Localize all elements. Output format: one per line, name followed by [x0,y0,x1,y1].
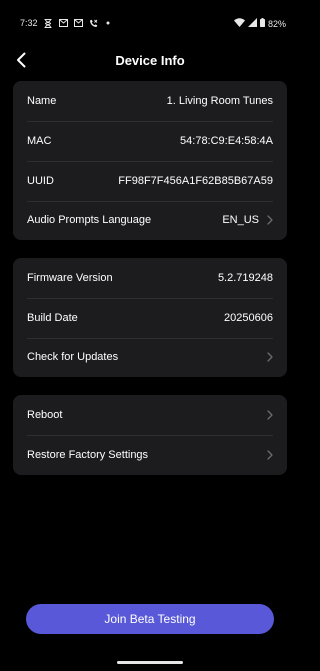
status-bar-left: 7:32 [20,18,113,28]
reboot-label: Reboot [27,409,63,421]
firmware-version-value: 5.2.719248 [217,272,273,284]
name-label: Name [27,95,57,107]
mail-icon [73,19,83,28]
firmware-card: Firmware Version 5.2.719248 Build Date 2… [13,258,287,377]
firmware-version-row: Firmware Version 5.2.719248 [13,258,287,298]
status-bar: 7:32 82% [0,0,300,46]
chevron-right-icon [267,352,273,362]
chevron-right-icon [267,215,273,225]
mac-label: MAC [27,135,52,147]
build-date-row: Build Date 20250606 [13,298,287,338]
battery-icon [259,18,265,29]
header: Device Info [0,46,300,76]
audio-prompts-language-right: EN_US [222,214,273,226]
audio-prompts-language-value: EN_US [222,214,259,226]
check-for-updates-label: Check for Updates [27,351,119,363]
signal-icon [247,18,257,29]
uuid-row: UUID FF98F7F456A1F62B85B67A59 [13,161,287,201]
system-card: Reboot Restore Factory Settings [13,395,287,475]
name-row: Name 1. Living Room Tunes [13,81,287,121]
wifi-icon [233,18,245,29]
audio-prompts-language-label: Audio Prompts Language [27,214,152,226]
uuid-label: UUID [27,175,54,187]
phone-missed-icon [89,19,98,28]
status-time: 7:32 [20,18,38,28]
page-title: Device Info [115,53,185,68]
join-beta-testing-button[interactable]: Join Beta Testing [26,604,274,634]
check-for-updates-row[interactable]: Check for Updates [13,337,287,377]
mac-value: 54:78:C9:E4:58:4A [180,135,273,147]
device-info-card: Name 1. Living Room Tunes MAC 54:78:C9:E… [13,81,287,240]
battery-percent: 82% [267,18,286,29]
mail-icon [58,19,68,28]
status-bar-right: 82% [233,18,286,29]
build-date-label: Build Date [27,312,78,324]
hourglass-icon [44,18,53,28]
name-value: 1. Living Room Tunes [166,95,273,107]
dot-icon [104,19,113,28]
home-indicator[interactable] [117,661,183,664]
restore-factory-settings-row[interactable]: Restore Factory Settings [13,435,287,475]
chevron-right-icon [267,450,273,460]
restore-factory-settings-label: Restore Factory Settings [27,449,149,461]
audio-prompts-language-row[interactable]: Audio Prompts Language EN_US [13,200,287,240]
build-date-value: 20250606 [224,312,273,324]
firmware-version-label: Firmware Version [27,272,113,284]
uuid-value: FF98F7F456A1F62B85B67A59 [118,175,273,187]
chevron-right-icon [267,410,273,420]
mac-row: MAC 54:78:C9:E4:58:4A [13,121,287,161]
reboot-row[interactable]: Reboot [13,395,287,435]
